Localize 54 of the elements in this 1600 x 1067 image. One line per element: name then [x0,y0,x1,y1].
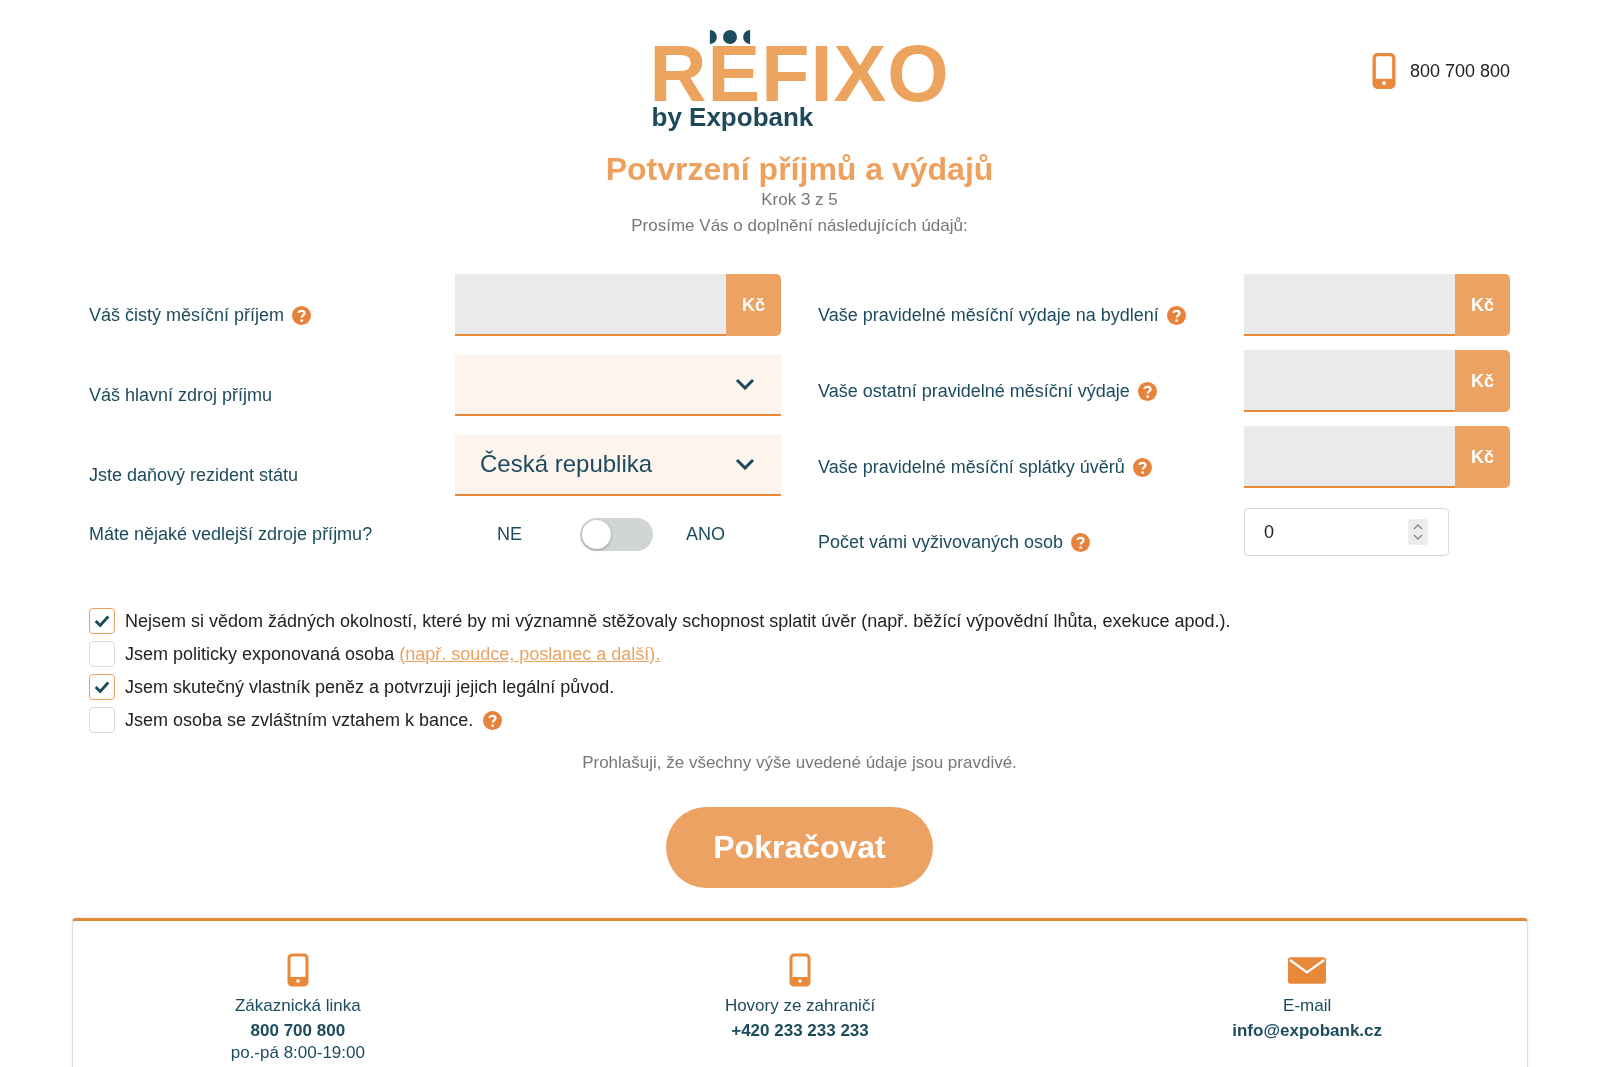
field-label: Vaše pravidelné měsíční výdaje na bydlení [818,305,1159,326]
field-label: Máte nějaké vedlejší zdroje příjmu? [89,523,373,545]
step-indicator: Krok 3 z 5 [760,189,839,211]
amount-input[interactable] [455,274,726,336]
envelope-icon [1288,957,1327,984]
toggle-label: ANO [686,523,726,545]
spinner-icon[interactable] [1408,519,1428,545]
dropdown[interactable] [455,354,781,416]
logo-dots-icon [707,30,752,44]
logo-wordmark: REFIXO [649,46,950,102]
checkbox-label: Nejsem si vědom žádných okolností, které by mi významně stěžovaly schopnost splatit úvěr (např. běžící výpovědní lhůta, exekuce apod.). [125,610,1231,632]
checkbox[interactable] [89,674,115,700]
page-title: Potvrzení příjmů a výdajů [604,150,995,188]
toggle-switch[interactable] [580,517,653,551]
field-label: Vaše pravidelné měsíční splátky úvěrů [818,457,1125,478]
checkbox[interactable] [89,641,115,667]
intro-text: Prosíme Vás o doplnění následujících údajů: [630,215,969,237]
chevron-down-icon [735,458,755,470]
checkbox[interactable] [89,707,115,733]
amount-input[interactable] [1244,350,1455,412]
checkbox-label: Jsem osoba se zvláštním vztahem k bance. [125,709,474,731]
phone-icon [789,953,811,987]
checkbox[interactable] [89,608,115,634]
contact-link[interactable]: info@expobank.cz [1232,1018,1383,1043]
logo-tagline: by Expobank [650,102,815,132]
dropdown[interactable]: Česká republika [455,434,781,496]
field-label: Počet vámi vyživovaných osob [818,532,1064,553]
checkbox-label: Jsem politicky exponovaná osoba (např. soudce, poslanec a další). [125,643,661,665]
field-label: Vaše ostatní pravidelné měsíční výdaje [818,381,1130,402]
help-icon[interactable] [1071,533,1091,552]
help-icon[interactable] [1166,306,1186,325]
chevron-down-icon [735,378,755,390]
checkbox-label: Jsem skutečný vlastník peněz a potvrzuji jejich legální původ. [125,676,615,698]
field-label: Váš čistý měsíční příjem [89,305,285,326]
field-label: Váš hlavní zdroj příjmu [89,385,273,406]
amount-input[interactable] [1244,274,1455,336]
help-icon[interactable] [483,710,503,730]
help-icon[interactable] [1132,458,1152,477]
amount-input[interactable] [1244,426,1455,488]
contact-link[interactable]: 800 700 800 [250,1018,346,1043]
field-label: Jste daňový rezident státu [89,465,299,486]
declaration-text: Prohlašuji, že všechny výše uvedené údaje jsou pravdivé. [581,753,1018,773]
help-icon[interactable] [1137,382,1157,401]
contact-title: Hovory ze zahraničí [724,995,876,1017]
number-input[interactable]: 0 [1244,508,1449,556]
contact-title: Zákaznická linka [235,995,361,1017]
toggle-label: NE [497,523,522,545]
contact-link[interactable]: +420 233 233 233 [731,1018,869,1043]
phone-link[interactable]: 800 700 800 [1409,60,1510,82]
contact-hours: po.-pá 8:00-19:00 [230,1043,365,1062]
phone-icon [1371,52,1396,90]
phone-icon [286,953,309,987]
contact-title: E-mail [1283,995,1332,1017]
help-icon[interactable] [292,306,312,325]
